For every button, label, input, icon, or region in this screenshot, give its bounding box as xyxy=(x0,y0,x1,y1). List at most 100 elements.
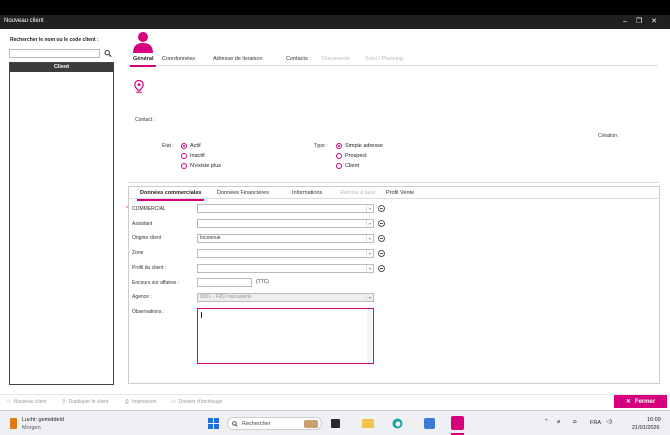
active-app-icon[interactable] xyxy=(451,416,464,430)
clock-date[interactable]: 21/01/2026 xyxy=(632,425,660,431)
clock-time[interactable]: 16:09 xyxy=(647,417,661,423)
encours-input[interactable] xyxy=(197,278,252,287)
agence-value: 0001 - FDU menuiserie xyxy=(200,294,252,300)
volume-icon[interactable]: ◁) xyxy=(606,419,612,425)
origine-client-value: Inconnue xyxy=(200,235,221,241)
etat-radio-nexiste-plus[interactable]: N'existe plus xyxy=(181,163,221,169)
encours-label: Encours sur affaires : xyxy=(132,280,180,286)
agence-label: Agence : xyxy=(132,294,152,300)
text-caret xyxy=(201,312,202,318)
zone-label: Zone xyxy=(132,250,144,256)
minus-circle-icon[interactable] xyxy=(378,220,385,227)
add-user-icon: ⚇ xyxy=(6,399,11,405)
etat-label: Etat : xyxy=(162,143,174,149)
type-radio-prospect[interactable]: Prospect xyxy=(336,153,367,159)
main-tabs: Général Coordonnées Adresse de livraison… xyxy=(128,55,658,67)
location-pin-icon[interactable] xyxy=(134,80,144,93)
radio-unchecked[interactable] xyxy=(336,163,342,169)
radio-label: Inactif xyxy=(190,153,205,159)
tab-documents: Documents xyxy=(322,56,350,62)
windows-start-icon[interactable] xyxy=(208,418,219,429)
close-label: Fermer xyxy=(634,398,656,405)
observations-textarea[interactable] xyxy=(197,308,374,364)
profil-client-select[interactable] xyxy=(197,264,374,273)
minus-circle-icon[interactable] xyxy=(378,265,385,272)
client-form: Rechercher le nom ou le code client : Cl… xyxy=(0,29,670,410)
client-search-input[interactable] xyxy=(9,49,100,58)
radio-unchecked[interactable] xyxy=(336,153,342,159)
minus-circle-icon[interactable] xyxy=(378,250,385,257)
action-label: Nouveau client xyxy=(13,399,47,405)
radio-checked[interactable] xyxy=(336,143,342,149)
action-bar: ⚇ Nouveau client ⚲ Dupliquer le client ⎙ Im… xyxy=(0,394,670,410)
etat-radio-actif[interactable]: Actif xyxy=(181,143,201,149)
tab-remise-a-faire: Remise à faire xyxy=(340,190,376,196)
file-explorer-icon[interactable] xyxy=(362,419,374,428)
type-radio-simple-adresse[interactable]: Simple adresse xyxy=(336,143,383,149)
window-titlebar: Nouveau client – ❐ ✕ xyxy=(0,15,670,29)
screen: Nouveau client – ❐ ✕ Rechercher le nom o… xyxy=(0,0,670,435)
radio-label: Simple adresse xyxy=(345,143,383,149)
language-indicator[interactable]: FRA xyxy=(590,420,601,426)
action-label: Dossier d'archivage xyxy=(178,399,223,405)
radio-unchecked[interactable] xyxy=(181,163,187,169)
chevron-down-icon[interactable] xyxy=(366,220,373,227)
edge-icon[interactable] xyxy=(392,418,403,429)
tab-adresse-livraison[interactable]: Adresse de livraison xyxy=(213,56,263,62)
weather-title[interactable]: Lucht: gemiddeld xyxy=(22,417,64,423)
search-icon[interactable] xyxy=(104,49,112,58)
archive-action: ▭ Dossier d'archivage xyxy=(171,399,223,405)
origine-client-label: Origine client xyxy=(132,235,162,241)
weather-icon[interactable] xyxy=(9,417,18,430)
search-highlight-icon xyxy=(304,420,318,428)
contact-label: Contact : xyxy=(135,117,156,123)
commercial-select[interactable] xyxy=(197,204,374,213)
duplicate-client-action: ⚲ Dupliquer le client xyxy=(62,399,108,405)
action-label: Dupliquer le client xyxy=(68,399,109,405)
client-list[interactable]: Client xyxy=(9,62,114,385)
tray-overflow-icon[interactable]: ⌃ xyxy=(544,419,549,425)
radio-checked[interactable] xyxy=(181,143,187,149)
user-icon: ⚲ xyxy=(62,399,66,405)
window-title: Nouveau client xyxy=(4,18,44,24)
taskbar-search[interactable]: Rechercher xyxy=(227,417,322,430)
maximize-button[interactable]: ❐ xyxy=(632,17,646,27)
wifi-icon[interactable]: ⩍ xyxy=(573,419,577,426)
chevron-down-icon[interactable] xyxy=(366,235,373,242)
task-view-icon[interactable] xyxy=(331,419,340,428)
textarea-scrollbar[interactable] xyxy=(367,310,372,362)
close-button[interactable]: ✕ Fermer xyxy=(614,395,667,408)
tab-profil-vente[interactable]: Profil Vente xyxy=(386,190,414,196)
origine-client-select[interactable]: Inconnue xyxy=(197,234,374,243)
chevron-down-icon xyxy=(366,294,373,301)
weather-subtitle[interactable]: Morgen xyxy=(22,425,41,431)
tab-donnees-commerciales[interactable]: Données commerciales xyxy=(136,190,205,201)
tab-general[interactable]: Général xyxy=(129,56,158,67)
chevron-down-icon[interactable] xyxy=(366,265,373,272)
action-label: Impression xyxy=(132,399,157,405)
chevron-down-icon[interactable] xyxy=(366,250,373,257)
network-icon[interactable]: ⌀ xyxy=(557,419,560,425)
minus-circle-icon[interactable] xyxy=(378,235,385,242)
top-black-band xyxy=(0,0,670,15)
tab-coordonnees[interactable]: Coordonnées xyxy=(162,56,195,62)
tab-donnees-financieres[interactable]: Données Financières xyxy=(217,190,269,196)
tab-informations[interactable]: Informations xyxy=(292,190,322,196)
client-list-header[interactable]: Client xyxy=(10,63,113,72)
profil-client-label: Profil du client : xyxy=(132,265,167,271)
app-icon[interactable] xyxy=(424,418,435,429)
window-close-button[interactable]: ✕ xyxy=(647,17,661,27)
assistant-select[interactable] xyxy=(197,219,374,228)
minimize-button[interactable]: – xyxy=(618,17,632,27)
minus-circle-icon[interactable] xyxy=(378,205,385,212)
taskbar-search-placeholder: Rechercher xyxy=(242,421,271,427)
tab-contacts[interactable]: Contacts xyxy=(286,56,308,62)
etat-radio-inactif[interactable]: Inactif xyxy=(181,153,205,159)
radio-unchecked[interactable] xyxy=(181,153,187,159)
printer-icon: ⎙ xyxy=(125,399,130,405)
chevron-down-icon[interactable] xyxy=(366,205,373,212)
type-radio-client[interactable]: Client xyxy=(336,163,359,169)
new-client-action: ⚇ Nouveau client xyxy=(6,399,47,405)
type-label: Type : xyxy=(314,143,328,149)
zone-select[interactable] xyxy=(197,249,374,258)
